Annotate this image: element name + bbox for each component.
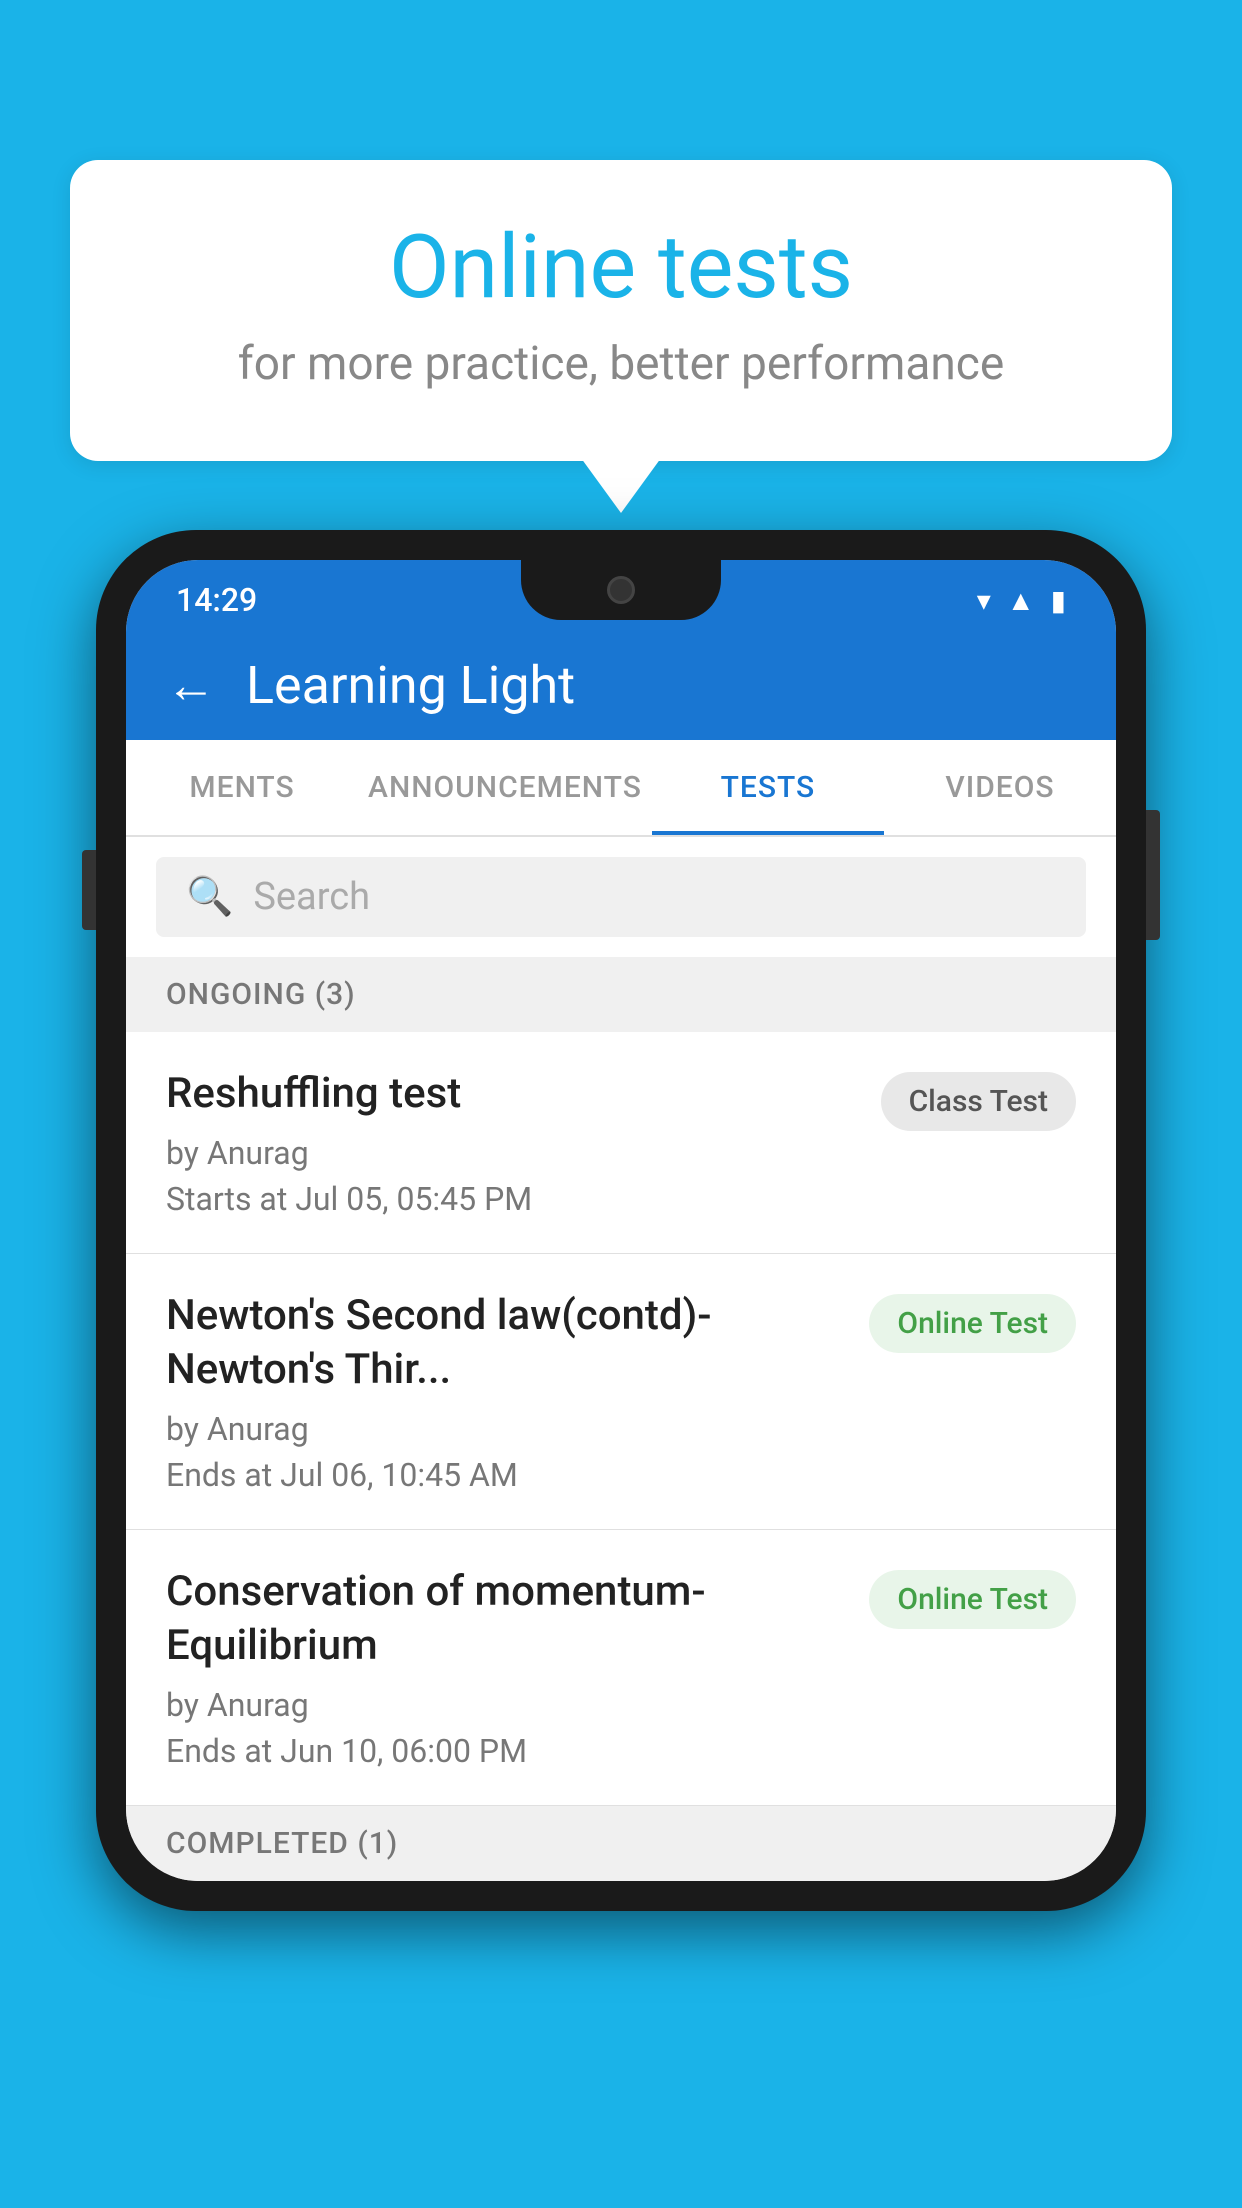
tabs-container: MENTS ANNOUNCEMENTS TESTS VIDEOS xyxy=(126,740,1116,837)
phone-side-button-left xyxy=(82,850,96,930)
test-author: by Anurag xyxy=(166,1134,861,1172)
test-item[interactable]: Newton's Second law(contd)-Newton's Thir… xyxy=(126,1254,1116,1530)
test-time: Ends at Jun 10, 06:00 PM xyxy=(166,1732,849,1770)
back-button[interactable]: ← xyxy=(166,656,216,715)
status-time: 14:29 xyxy=(176,581,257,619)
status-icons: ▾ ▲ ▮ xyxy=(977,584,1066,617)
test-badge-class: Class Test xyxy=(881,1072,1076,1131)
test-name: Reshuffling test xyxy=(166,1067,861,1122)
app-title: Learning Light xyxy=(246,655,575,716)
completed-section-header: COMPLETED (1) xyxy=(126,1806,1116,1881)
test-info: Conservation of momentum-Equilibrium by … xyxy=(166,1565,869,1770)
phone-screen: 14:29 ▾ ▲ ▮ ← Learning Light MENTS ANNOU… xyxy=(126,560,1116,1881)
tab-videos[interactable]: VIDEOS xyxy=(884,740,1116,835)
tab-ments[interactable]: MENTS xyxy=(126,740,358,835)
signal-icon: ▲ xyxy=(1007,584,1035,617)
test-author: by Anurag xyxy=(166,1410,849,1448)
speech-bubble: Online tests for more practice, better p… xyxy=(70,160,1172,461)
search-icon: 🔍 xyxy=(186,875,233,919)
search-input[interactable]: Search xyxy=(253,875,370,919)
test-info: Newton's Second law(contd)-Newton's Thir… xyxy=(166,1289,869,1494)
test-name: Conservation of momentum-Equilibrium xyxy=(166,1565,849,1674)
ongoing-section-header: ONGOING (3) xyxy=(126,957,1116,1032)
speech-bubble-subtitle: for more practice, better performance xyxy=(150,337,1092,391)
app-header: ← Learning Light xyxy=(126,630,1116,740)
phone-side-button-right xyxy=(1146,810,1160,940)
test-list: Reshuffling test by Anurag Starts at Jul… xyxy=(126,1032,1116,1806)
test-info: Reshuffling test by Anurag Starts at Jul… xyxy=(166,1067,881,1218)
test-item[interactable]: Reshuffling test by Anurag Starts at Jul… xyxy=(126,1032,1116,1254)
test-time: Starts at Jul 05, 05:45 PM xyxy=(166,1180,861,1218)
test-name: Newton's Second law(contd)-Newton's Thir… xyxy=(166,1289,849,1398)
test-badge-online: Online Test xyxy=(869,1570,1076,1629)
test-badge-online: Online Test xyxy=(869,1294,1076,1353)
tab-announcements[interactable]: ANNOUNCEMENTS xyxy=(358,740,652,835)
tab-tests[interactable]: TESTS xyxy=(652,740,884,835)
phone-camera xyxy=(607,576,635,604)
speech-bubble-container: Online tests for more practice, better p… xyxy=(70,160,1172,461)
completed-section-title: COMPLETED (1) xyxy=(166,1826,398,1861)
search-input-wrapper[interactable]: 🔍 Search xyxy=(156,857,1086,937)
ongoing-section-title: ONGOING (3) xyxy=(166,977,356,1012)
speech-bubble-title: Online tests xyxy=(150,220,1092,317)
phone-notch xyxy=(521,560,721,620)
test-item[interactable]: Conservation of momentum-Equilibrium by … xyxy=(126,1530,1116,1806)
battery-icon: ▮ xyxy=(1051,584,1066,617)
search-bar: 🔍 Search xyxy=(126,837,1116,957)
test-author: by Anurag xyxy=(166,1686,849,1724)
phone-wrapper: 14:29 ▾ ▲ ▮ ← Learning Light MENTS ANNOU… xyxy=(96,530,1146,1911)
wifi-icon: ▾ xyxy=(977,584,991,617)
phone-device: 14:29 ▾ ▲ ▮ ← Learning Light MENTS ANNOU… xyxy=(96,530,1146,1911)
test-time: Ends at Jul 06, 10:45 AM xyxy=(166,1456,849,1494)
